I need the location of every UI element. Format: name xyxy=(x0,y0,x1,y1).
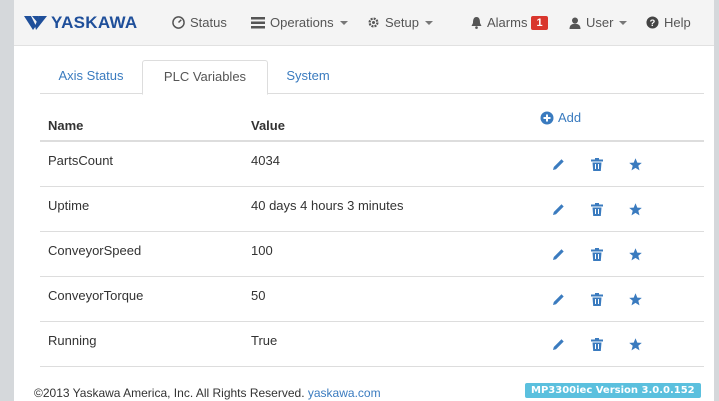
bell-icon xyxy=(471,16,482,29)
nav-operations-label: Operations xyxy=(270,15,334,30)
nav-alarms-label: Alarms xyxy=(487,15,528,30)
variable-value: 40 days 4 hours 3 minutes xyxy=(251,198,404,213)
table-row: ConveyorTorque 50 xyxy=(40,277,704,322)
chevron-down-icon xyxy=(619,20,628,25)
trash-icon[interactable] xyxy=(591,338,603,351)
variable-name: Running xyxy=(48,333,97,348)
table-row: Running True xyxy=(40,322,704,367)
brand-logo[interactable]: YASKAWA xyxy=(24,12,138,34)
star-icon[interactable] xyxy=(629,293,642,306)
star-icon[interactable] xyxy=(629,203,642,216)
gear-icon xyxy=(367,16,380,29)
dashboard-icon xyxy=(172,16,185,29)
yaskawa-logo-icon xyxy=(24,16,47,30)
chevron-down-icon xyxy=(339,20,348,25)
column-header-name: Name xyxy=(48,118,84,133)
table-row: PartsCount 4034 xyxy=(40,142,704,187)
nav-user-label: User xyxy=(586,15,614,30)
pencil-icon[interactable] xyxy=(552,203,565,216)
footer: ©2013 Yaskawa America, Inc. All Rights R… xyxy=(34,386,381,400)
tab-axis-status[interactable]: Axis Status xyxy=(40,60,142,94)
nav-status[interactable]: Status xyxy=(172,15,227,30)
add-label: Add xyxy=(558,110,582,125)
chevron-down-icon xyxy=(424,20,433,25)
top-navbar: YASKAWA Status Operations Setup Alarms 1… xyxy=(14,0,714,46)
list-icon xyxy=(251,16,265,29)
star-icon[interactable] xyxy=(629,248,642,261)
variable-name: ConveyorTorque xyxy=(48,288,144,303)
star-icon[interactable] xyxy=(629,158,642,171)
add-variable-button[interactable]: Add xyxy=(540,110,581,125)
variable-name: Uptime xyxy=(48,198,90,213)
brand-name: YASKAWA xyxy=(51,13,138,32)
version-badge: MP3300iec Version 3.0.0.152 xyxy=(525,383,701,398)
nav-help-label: Help xyxy=(664,15,691,30)
table-row: Uptime 40 days 4 hours 3 minutes xyxy=(40,187,704,232)
svg-text:?: ? xyxy=(650,18,656,28)
pencil-icon[interactable] xyxy=(552,338,565,351)
trash-icon[interactable] xyxy=(591,293,603,306)
variable-value: True xyxy=(251,333,278,348)
trash-icon[interactable] xyxy=(591,203,603,216)
nav-alarms[interactable]: Alarms 1 xyxy=(471,15,548,30)
yaskawa-link[interactable]: yaskawa.com xyxy=(308,386,381,400)
trash-icon[interactable] xyxy=(591,248,603,261)
trash-icon[interactable] xyxy=(591,158,603,171)
variable-value: 4034 xyxy=(251,153,280,168)
nav-operations[interactable]: Operations xyxy=(251,15,348,30)
alarm-count-badge: 1 xyxy=(531,15,548,30)
nav-setup-label: Setup xyxy=(385,15,419,30)
variable-value: 100 xyxy=(251,243,273,258)
nav-help[interactable]: ? Help xyxy=(646,15,691,30)
tab-plc-variables[interactable]: PLC Variables xyxy=(142,60,268,95)
pencil-icon[interactable] xyxy=(552,248,565,261)
pencil-icon[interactable] xyxy=(552,158,565,171)
pencil-icon[interactable] xyxy=(552,293,565,306)
copyright-text: ©2013 Yaskawa America, Inc. All Rights R… xyxy=(34,386,305,400)
variable-name: ConveyorSpeed xyxy=(48,243,142,258)
user-icon xyxy=(569,17,581,29)
tab-system[interactable]: System xyxy=(268,60,348,94)
nav-status-label: Status xyxy=(190,15,227,30)
nav-user[interactable]: User xyxy=(569,15,628,30)
question-icon: ? xyxy=(646,16,659,29)
variable-name: PartsCount xyxy=(48,153,114,168)
app-frame: YASKAWA Status Operations Setup Alarms 1… xyxy=(14,0,714,401)
variable-value: 50 xyxy=(251,288,266,303)
tab-bar: Axis Status PLC Variables System xyxy=(40,60,704,95)
table-row: ConveyorSpeed 100 xyxy=(40,232,704,277)
column-header-value: Value xyxy=(251,118,285,133)
star-icon[interactable] xyxy=(629,338,642,351)
plus-circle-icon xyxy=(540,111,554,125)
nav-setup[interactable]: Setup xyxy=(367,15,433,30)
